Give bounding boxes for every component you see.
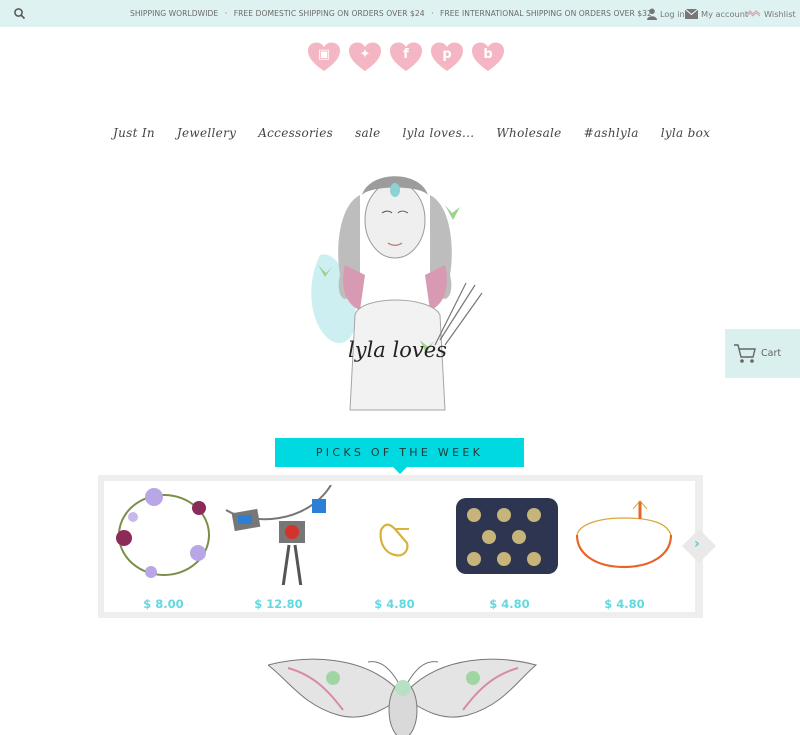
cart-label: Cart (761, 348, 782, 359)
login-label: Log in (660, 9, 685, 19)
twitter-icon[interactable]: ✦ (348, 42, 382, 72)
product-price: $ 4.80 (489, 597, 530, 611)
product-carousel: $ 8.00 $ 12.80 $ 4.80 $ 4.80 $ 4.80 (98, 475, 703, 618)
wishlist-link[interactable]: Wishlist (746, 6, 796, 22)
patterned-pouch-image (456, 498, 558, 574)
orange-bracelet-image (575, 500, 673, 569)
nav-item-accessories[interactable]: Accessories (258, 126, 333, 140)
facebook-icon[interactable]: f (389, 42, 423, 72)
hero-illustration: lyla loves (311, 176, 483, 411)
nav-item-lyla-box[interactable]: lyla box (661, 126, 711, 140)
product-price: $ 8.00 (143, 597, 184, 611)
pinterest-glyph: p (442, 47, 452, 62)
gold-ring-image (379, 523, 409, 557)
nav-item-wholesale[interactable]: Wholesale (496, 126, 561, 140)
product-price: $ 4.80 (604, 597, 645, 611)
hero-logo-text: lyla loves (348, 338, 447, 362)
product-card[interactable]: $ 4.80 (337, 481, 452, 612)
pinterest-icon[interactable]: p (430, 42, 464, 72)
nav-item-lyla-loves[interactable]: lyla loves... (403, 126, 475, 140)
user-icon (647, 8, 657, 20)
product-price: $ 12.80 (254, 597, 303, 611)
moth-illustration (268, 658, 538, 735)
my-account-label: My account (701, 9, 749, 19)
flower-crown-image (116, 488, 210, 578)
carousel-track: $ 8.00 $ 12.80 $ 4.80 $ 4.80 $ 4.80 (104, 481, 695, 612)
cart-icon (734, 343, 756, 363)
shipping-info: SHIPPING WORLDWIDE · FREE DOMESTIC SHIPP… (130, 9, 656, 18)
login-link[interactable]: Log in (647, 6, 685, 22)
instagram-glyph: ▣ (317, 47, 331, 62)
product-card[interactable]: $ 4.80 (567, 481, 682, 612)
mail-icon (685, 9, 698, 19)
search-icon[interactable] (13, 7, 26, 20)
shipping-separator: · (224, 9, 228, 18)
wishlist-icon (746, 10, 761, 17)
picks-title: PICKS OF THE WEEK (315, 446, 484, 459)
blog-icon[interactable]: b (471, 42, 505, 72)
nav-item-sale[interactable]: sale (355, 126, 380, 140)
product-card[interactable]: $ 4.80 (452, 481, 567, 612)
cart-button[interactable]: Cart (725, 329, 800, 378)
social-links: ▣ ✦ f p b (307, 42, 505, 72)
shipping-separator: · (431, 9, 434, 18)
product-card[interactable]: $ 8.00 (106, 481, 221, 612)
my-account-link[interactable]: My account (685, 6, 748, 22)
nav-item-just-in[interactable]: Just In (113, 126, 155, 140)
nav-item-jewellery[interactable]: Jewellery (177, 126, 236, 140)
chevron-right-icon[interactable]: › (694, 536, 700, 552)
twitter-glyph: ✦ (359, 47, 371, 62)
statement-necklace-image (225, 485, 332, 585)
shipping-text: FREE INTERNATIONAL SHIPPING ON ORDERS OV… (440, 9, 652, 18)
wishlist-label: Wishlist (764, 9, 796, 19)
hero-logo[interactable]: lyla loves (300, 165, 490, 420)
top-bar: SHIPPING WORLDWIDE · FREE DOMESTIC SHIPP… (0, 0, 800, 27)
shipping-text: FREE DOMESTIC SHIPPING ON ORDERS OVER $2… (233, 9, 425, 18)
shipping-text: SHIPPING WORLDWIDE (130, 9, 219, 18)
blog-glyph: b (483, 47, 493, 62)
facebook-glyph: f (403, 47, 409, 62)
product-card[interactable]: $ 12.80 (221, 481, 336, 612)
instagram-icon[interactable]: ▣ (307, 42, 341, 72)
main-nav: Just In Jewellery Accessories sale lyla … (113, 126, 710, 140)
nav-item-ashlyla[interactable]: #ashlyla (584, 126, 639, 140)
product-price: $ 4.80 (374, 597, 415, 611)
picks-of-the-week-banner: PICKS OF THE WEEK (275, 438, 524, 474)
